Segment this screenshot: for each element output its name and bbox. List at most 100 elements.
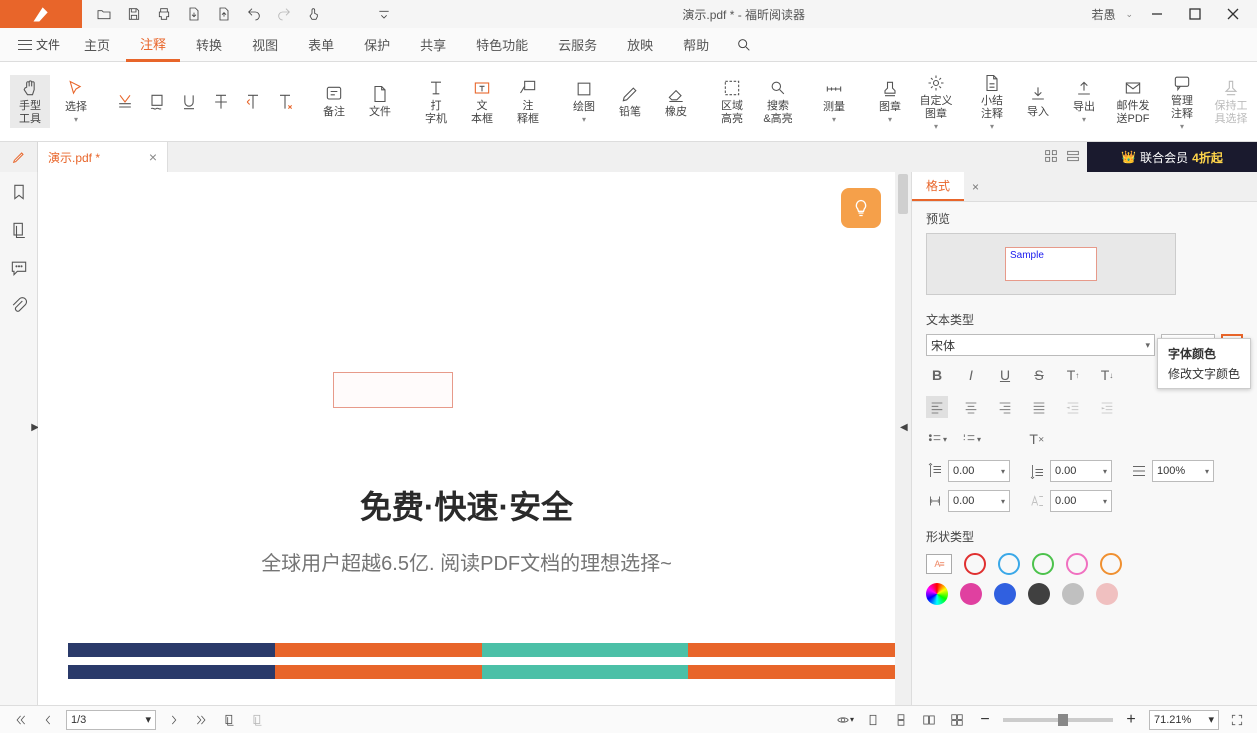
tab-view[interactable]: 视图 bbox=[238, 29, 292, 60]
textbox-button[interactable]: 文本框 bbox=[462, 75, 502, 128]
strikethrough-button[interactable]: S bbox=[1028, 364, 1050, 386]
user-dropdown-icon[interactable]: ⌄ bbox=[1125, 9, 1133, 20]
tab-protect[interactable]: 保护 bbox=[350, 29, 404, 60]
shape-fill-blue[interactable] bbox=[994, 583, 1016, 605]
undo-icon[interactable] bbox=[242, 2, 266, 26]
font-select[interactable]: 宋体▾ bbox=[926, 334, 1155, 356]
recent-view-button[interactable] bbox=[220, 710, 240, 730]
line-height-field[interactable]: 100%▾ bbox=[1130, 460, 1214, 482]
last-page-button[interactable] bbox=[192, 710, 212, 730]
stamp-button[interactable]: 图章▾ bbox=[870, 76, 910, 127]
kerning-field[interactable]: 0.00▾ bbox=[1028, 490, 1112, 512]
shape-textbox-icon[interactable]: A≡ bbox=[926, 554, 952, 574]
underline-button[interactable] bbox=[176, 89, 202, 115]
textbox-annotation[interactable] bbox=[333, 372, 453, 408]
side-pencil-icon[interactable] bbox=[0, 142, 38, 172]
number-list-button[interactable]: ▾ bbox=[960, 428, 982, 450]
file-menu-button[interactable]: 文件 bbox=[10, 32, 68, 57]
bullet-list-button[interactable]: ▾ bbox=[926, 428, 948, 450]
tab-features[interactable]: 特色功能 bbox=[462, 29, 542, 60]
keep-tool-button[interactable]: 保持工具选择 bbox=[1208, 75, 1254, 128]
replace-text-button[interactable] bbox=[240, 89, 266, 115]
comments-icon[interactable] bbox=[9, 258, 29, 278]
typewriter-button[interactable]: 打字机 bbox=[416, 75, 456, 128]
format-tab[interactable]: 格式 bbox=[912, 172, 964, 201]
view-grid-icon[interactable] bbox=[1043, 148, 1059, 167]
tab-help[interactable]: 帮助 bbox=[669, 29, 723, 60]
callout-button[interactable]: 注释框 bbox=[508, 75, 548, 128]
tab-form[interactable]: 表单 bbox=[294, 29, 348, 60]
align-center-button[interactable] bbox=[960, 396, 982, 418]
hand-tool-button[interactable]: 手型工具 bbox=[10, 75, 50, 128]
attachments-icon[interactable] bbox=[9, 296, 29, 316]
page-input[interactable]: 1/3▾ bbox=[66, 710, 156, 730]
italic-button[interactable]: I bbox=[960, 364, 982, 386]
prev-page-button[interactable] bbox=[38, 710, 58, 730]
shape-fill-magenta[interactable] bbox=[960, 583, 982, 605]
shape-fill-dark[interactable] bbox=[1028, 583, 1050, 605]
tab-cloud[interactable]: 云服务 bbox=[544, 29, 611, 60]
view-list-icon[interactable] bbox=[1065, 148, 1081, 167]
first-page-button[interactable] bbox=[10, 710, 30, 730]
zoom-slider[interactable] bbox=[1003, 718, 1113, 722]
tab-slideshow[interactable]: 放映 bbox=[613, 29, 667, 60]
shape-color-orange[interactable] bbox=[1100, 553, 1122, 575]
bookmark-icon[interactable] bbox=[9, 182, 29, 202]
shape-color-blue[interactable] bbox=[998, 553, 1020, 575]
mail-pdf-button[interactable]: 邮件发送PDF bbox=[1110, 75, 1156, 128]
search-highlight-button[interactable]: 搜索&高亮 bbox=[758, 75, 798, 128]
shape-fill-lightpink[interactable] bbox=[1096, 583, 1118, 605]
summarize-button[interactable]: 小结注释▾ bbox=[972, 70, 1012, 134]
export-file-icon[interactable] bbox=[212, 2, 236, 26]
close-tab-icon[interactable]: × bbox=[149, 149, 157, 165]
open-icon[interactable] bbox=[92, 2, 116, 26]
note-button[interactable]: 备注 bbox=[314, 81, 354, 121]
shape-fill-rainbow[interactable] bbox=[926, 583, 948, 605]
shape-fill-grey[interactable] bbox=[1062, 583, 1084, 605]
tab-home[interactable]: 主页 bbox=[70, 29, 124, 60]
save-icon[interactable] bbox=[122, 2, 146, 26]
pencil-button[interactable]: 铅笔 bbox=[610, 81, 650, 121]
indent-decrease-button[interactable] bbox=[1062, 396, 1084, 418]
measure-button[interactable]: 测量▾ bbox=[814, 76, 854, 127]
align-right-button[interactable] bbox=[994, 396, 1016, 418]
promo-banner[interactable]: 👑 联合会员4折起 bbox=[1087, 142, 1257, 172]
collapse-panel-icon[interactable]: ◀ bbox=[900, 422, 908, 433]
redo-icon[interactable] bbox=[272, 2, 296, 26]
close-button[interactable] bbox=[1219, 3, 1247, 25]
shape-color-pink[interactable] bbox=[1066, 553, 1088, 575]
document-tab[interactable]: 演示.pdf * × bbox=[38, 142, 168, 172]
bold-button[interactable]: B bbox=[926, 364, 948, 386]
continuous-icon[interactable] bbox=[891, 710, 911, 730]
qa-dropdown-icon[interactable] bbox=[372, 2, 396, 26]
vertical-scrollbar[interactable] bbox=[895, 172, 911, 705]
underline-button[interactable]: U bbox=[994, 364, 1016, 386]
next-page-button[interactable] bbox=[164, 710, 184, 730]
single-page-icon[interactable] bbox=[863, 710, 883, 730]
shape-color-red[interactable] bbox=[964, 553, 986, 575]
area-highlight-button[interactable]: 区域高亮 bbox=[712, 75, 752, 128]
tab-annotate[interactable]: 注释 bbox=[126, 28, 180, 62]
shape-color-green[interactable] bbox=[1032, 553, 1054, 575]
squiggly-button[interactable] bbox=[144, 89, 170, 115]
align-justify-button[interactable] bbox=[1028, 396, 1050, 418]
tab-convert[interactable]: 转换 bbox=[182, 29, 236, 60]
space-before-field[interactable]: 0.00▾ bbox=[926, 460, 1010, 482]
facing-icon[interactable] bbox=[919, 710, 939, 730]
superscript-button[interactable]: T↑ bbox=[1062, 364, 1084, 386]
zoom-out-button[interactable]: − bbox=[975, 710, 995, 730]
indent-increase-button[interactable] bbox=[1096, 396, 1118, 418]
export-button[interactable]: 导出▾ bbox=[1064, 76, 1104, 127]
import-file-icon[interactable] bbox=[182, 2, 206, 26]
print-icon[interactable] bbox=[152, 2, 176, 26]
attach-file-button[interactable]: 文件 bbox=[360, 81, 400, 121]
reading-mode-icon[interactable]: ▾ bbox=[835, 710, 855, 730]
fullscreen-button[interactable] bbox=[1227, 710, 1247, 730]
document-canvas[interactable]: 免费·快速·安全 全球用户超越6.5亿. 阅读PDF文档的理想选择~ bbox=[38, 172, 895, 705]
manage-comments-button[interactable]: 管理注释▾ bbox=[1162, 70, 1202, 134]
strikeout-button[interactable] bbox=[208, 89, 234, 115]
tab-share[interactable]: 共享 bbox=[406, 29, 460, 60]
insert-text-button[interactable] bbox=[272, 89, 298, 115]
select-tool-button[interactable]: 选择▾ bbox=[56, 76, 96, 127]
space-after-field[interactable]: 0.00▾ bbox=[1028, 460, 1112, 482]
